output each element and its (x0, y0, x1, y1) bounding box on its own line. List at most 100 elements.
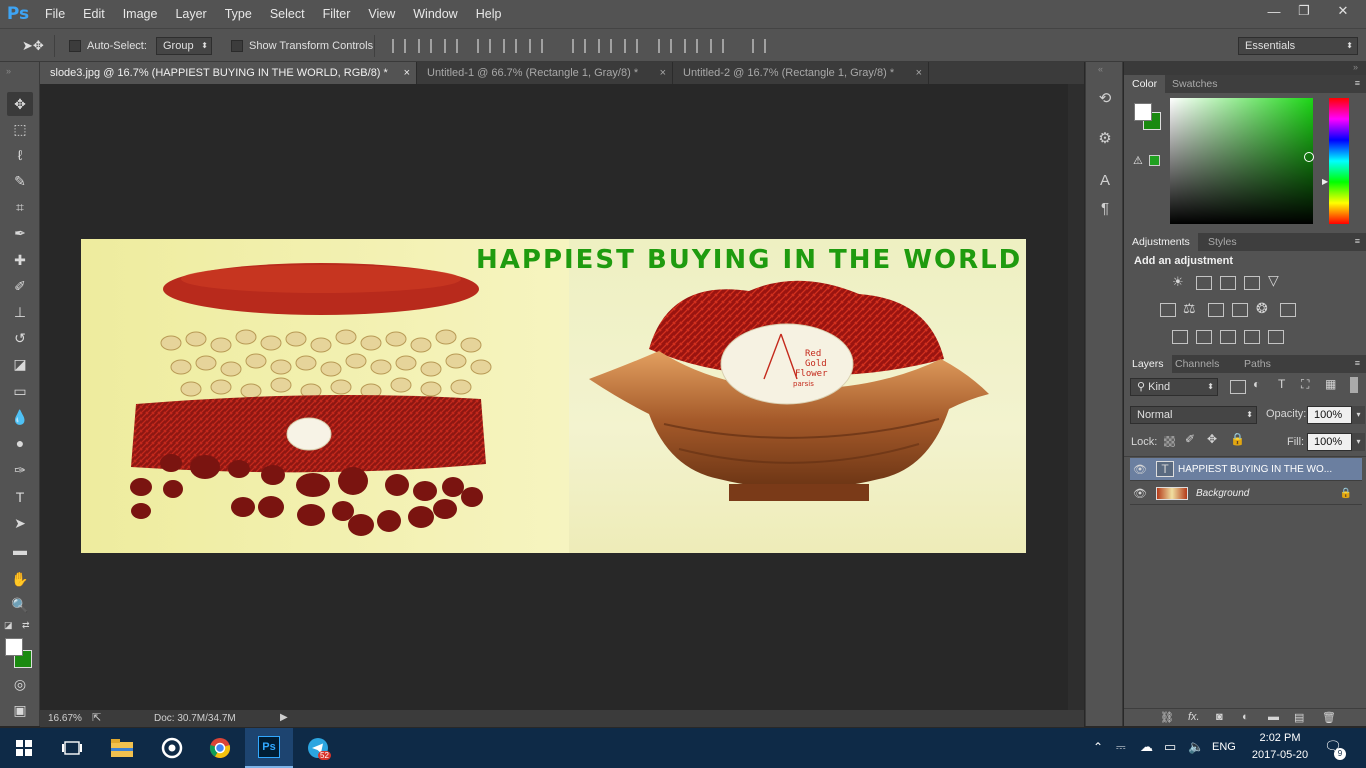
steam-icon[interactable] (148, 728, 196, 768)
screen-mode-icon[interactable]: ▣ (7, 698, 33, 722)
tab-untitled-2[interactable]: Untitled-2 @ 16.7% (Rectangle 1, Gray/8)… (673, 62, 929, 84)
history-panel-icon[interactable]: ⟲ (1095, 88, 1115, 108)
telegram-icon[interactable]: 52 (294, 728, 342, 768)
distribute-right-icon[interactable] (710, 39, 724, 53)
distribute-bottom-icon[interactable] (624, 39, 638, 53)
align-top-icon[interactable] (392, 39, 406, 53)
eraser-tool-icon[interactable]: ◪ (7, 352, 33, 376)
panel-menu-icon[interactable]: ≡ (1355, 236, 1360, 246)
color-lookup-icon[interactable] (1280, 303, 1296, 317)
zoom-level[interactable]: 16.67% (48, 713, 82, 724)
chrome-icon[interactable] (196, 728, 244, 768)
link-layers-icon[interactable]: ⛓ (1160, 711, 1174, 724)
auto-select-checkbox[interactable] (69, 40, 81, 52)
tab-channels[interactable]: Channels (1167, 355, 1227, 373)
document-image[interactable]: Red Gold Flower parsis HAPPIEST BUYING I… (81, 239, 1026, 553)
new-adjustment-layer-icon[interactable]: ◐ (1242, 711, 1249, 723)
opacity-input[interactable]: 100% (1307, 406, 1352, 424)
expand-dock-icon[interactable]: « (1098, 64, 1103, 74)
brush-tool-icon[interactable]: ✐ (7, 274, 33, 298)
tab-close-icon[interactable]: × (660, 62, 666, 84)
menu-edit[interactable]: Edit (74, 0, 114, 28)
hue-slider[interactable] (1329, 98, 1349, 224)
channel-mixer-icon[interactable]: ❂ (1256, 300, 1268, 317)
black-white-icon[interactable] (1208, 303, 1224, 317)
volume-icon[interactable]: 🔈 (1188, 739, 1204, 755)
history-brush-tool-icon[interactable]: ↺ (7, 326, 33, 350)
distribute-hcenter-icon[interactable] (684, 39, 698, 53)
invert-icon[interactable] (1172, 330, 1188, 344)
align-right-icon[interactable] (529, 39, 543, 53)
properties-panel-icon[interactable]: ⚙ (1095, 128, 1115, 148)
swap-colors-icon[interactable]: ⇄ (22, 620, 30, 631)
distribute-left-icon[interactable] (658, 39, 672, 53)
paragraph-panel-icon[interactable]: ¶ (1095, 198, 1115, 218)
tab-color[interactable]: Color (1124, 75, 1166, 93)
file-explorer-icon[interactable] (98, 728, 146, 768)
vibrance-icon[interactable]: ▽ (1268, 272, 1279, 289)
tab-styles[interactable]: Styles (1200, 233, 1245, 251)
menu-help[interactable]: Help (467, 0, 511, 28)
filter-shape-icon[interactable]: ⛶ (1301, 377, 1309, 392)
distribute-top-icon[interactable] (572, 39, 586, 53)
tab-adjustments[interactable]: Adjustments (1124, 233, 1198, 251)
clone-stamp-tool-icon[interactable]: ⊥ (7, 300, 33, 324)
visibility-eye-icon[interactable]: 👁 (1130, 463, 1150, 476)
layer-row-text[interactable]: 👁 T HAPPIEST BUYING IN THE WO... (1130, 458, 1362, 481)
gradient-map-icon[interactable] (1268, 330, 1284, 344)
move-tool-icon[interactable]: ✥ (7, 92, 33, 116)
collapse-panels-icon[interactable]: » (1353, 62, 1358, 72)
lock-image-icon[interactable]: ✐ (1185, 432, 1195, 446)
status-menu-arrow-icon[interactable]: ▶ (280, 712, 288, 723)
tab-paths[interactable]: Paths (1236, 355, 1279, 373)
auto-select-dropdown[interactable]: Group ⬍ (156, 37, 212, 55)
restore-button[interactable]: ❐ (1286, 0, 1322, 22)
photo-filter-icon[interactable] (1232, 303, 1248, 317)
delete-layer-icon[interactable]: 🗑 (1322, 711, 1336, 724)
tab-close-icon[interactable]: × (916, 62, 922, 84)
pen-tool-icon[interactable]: ✑ (7, 458, 33, 482)
menu-select[interactable]: Select (261, 0, 314, 28)
align-bottom-icon[interactable] (444, 39, 458, 53)
add-style-icon[interactable]: fx. (1188, 711, 1200, 723)
visibility-eye-icon[interactable]: 👁 (1130, 487, 1150, 500)
menu-view[interactable]: View (359, 0, 404, 28)
show-hidden-icons-icon[interactable]: ⌃ (1093, 740, 1103, 754)
dodge-tool-icon[interactable]: ● (7, 431, 33, 455)
align-left-icon[interactable] (477, 39, 491, 53)
share-icon[interactable]: ⇱ (92, 711, 101, 724)
rectangle-tool-icon[interactable]: ▬ (7, 538, 33, 562)
color-balance-icon[interactable]: ⚖ (1183, 300, 1196, 317)
brightness-contrast-icon[interactable]: ☀ (1172, 274, 1184, 290)
filter-smart-object-icon[interactable]: ▦ (1325, 377, 1336, 391)
workspace-dropdown[interactable]: Essentials ⬍ (1238, 37, 1358, 55)
power-plug-icon[interactable]: ⎓ (1116, 740, 1126, 755)
default-colors-icon[interactable]: ◪ (4, 620, 13, 631)
lock-transparent-icon[interactable] (1164, 436, 1175, 447)
eyedropper-tool-icon[interactable]: ✒ (7, 221, 33, 245)
panel-menu-icon[interactable]: ≡ (1355, 358, 1360, 368)
lock-position-icon[interactable]: ✥ (1207, 432, 1217, 446)
tab-swatches[interactable]: Swatches (1164, 75, 1226, 93)
layer-row-background[interactable]: 👁 Background 🔒 (1130, 482, 1362, 505)
move-tool-preset-icon[interactable]: ➤✥ (22, 38, 44, 54)
tab-layers[interactable]: Layers (1124, 355, 1172, 373)
levels-icon[interactable] (1196, 276, 1212, 290)
blur-tool-icon[interactable]: 💧 (7, 405, 33, 429)
menu-type[interactable]: Type (216, 0, 261, 28)
vertical-scrollbar[interactable] (1068, 84, 1084, 710)
new-group-icon[interactable]: ▬ (1268, 711, 1279, 723)
fill-input[interactable]: 100% (1307, 433, 1352, 451)
path-selection-tool-icon[interactable]: ➤ (7, 511, 33, 535)
lasso-tool-icon[interactable]: ℓ (7, 143, 33, 167)
tab-slode3[interactable]: slode3.jpg @ 16.7% (HAPPIEST BUYING IN T… (40, 62, 417, 84)
start-windows-icon[interactable] (0, 728, 48, 768)
marquee-tool-icon[interactable]: ⬚ (7, 117, 33, 141)
filter-adjustment-icon[interactable]: ◐ (1253, 377, 1260, 391)
quick-mask-icon[interactable]: ◎ (7, 672, 33, 696)
curves-icon[interactable] (1220, 276, 1236, 290)
zoom-tool-icon[interactable]: 🔍 (7, 593, 33, 617)
color-foreground-swatch[interactable] (1134, 103, 1152, 121)
blend-mode-dropdown[interactable]: Normal ⬍ (1130, 406, 1257, 424)
new-layer-icon[interactable]: ▤ (1294, 711, 1304, 724)
